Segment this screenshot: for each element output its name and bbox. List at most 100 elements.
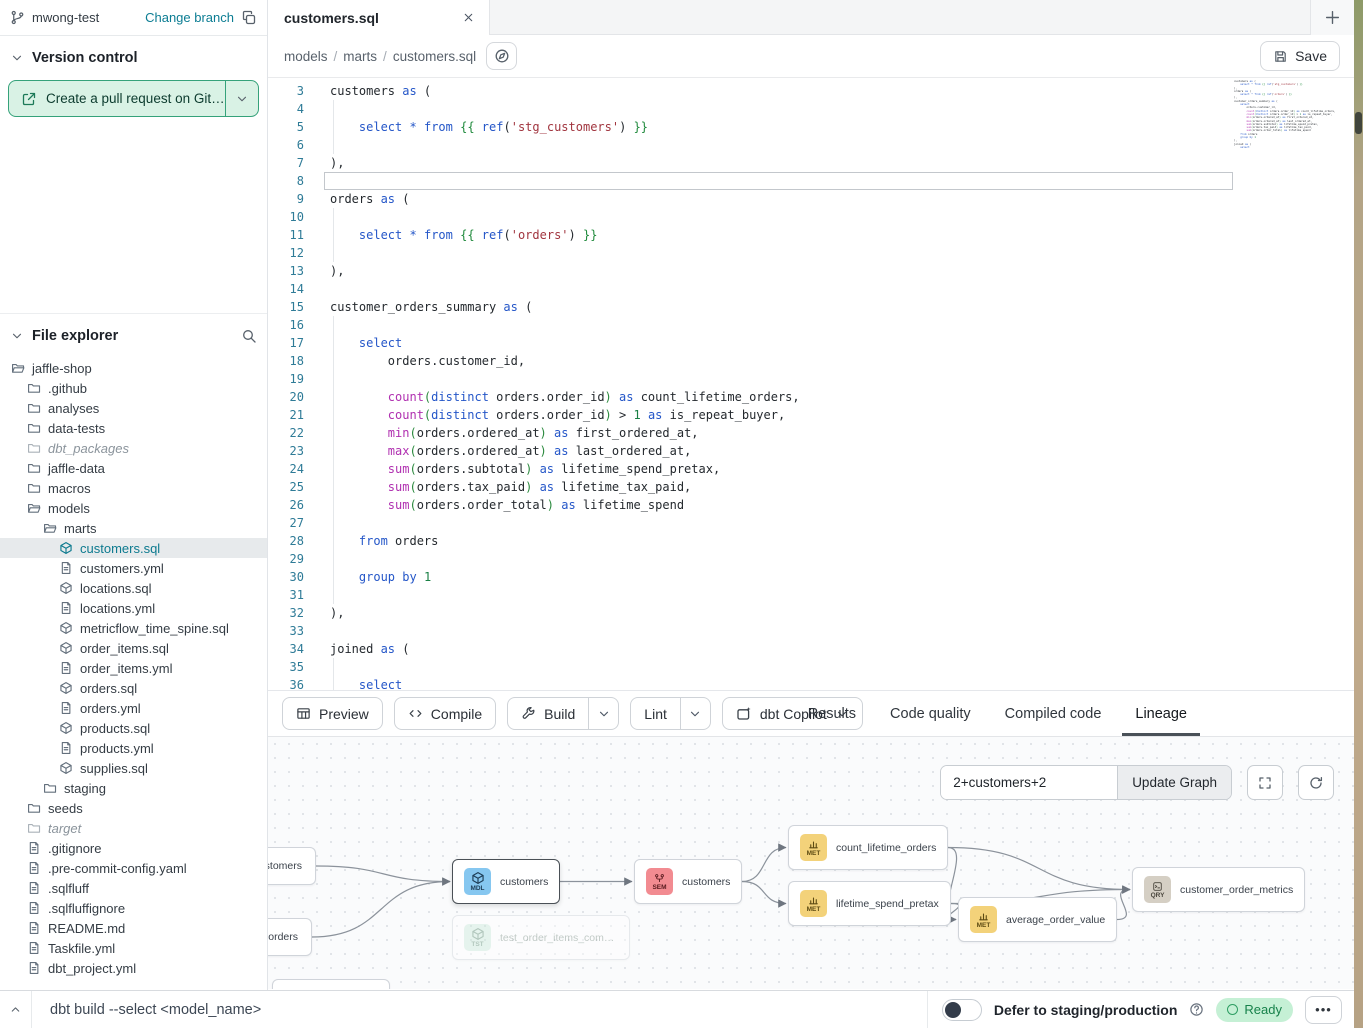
code-editor[interactable]: 3customers as (45 select * from {{ ref('… <box>268 78 1354 690</box>
fullscreen-button[interactable] <box>1247 765 1283 800</box>
tree-item-jaffle-shop[interactable]: jaffle-shop <box>0 358 267 378</box>
compile-button[interactable]: Compile <box>395 698 495 729</box>
code-line-19[interactable]: 19 <box>268 370 1354 388</box>
preview-button[interactable]: Preview <box>283 698 382 729</box>
tree-item-orders-sql[interactable]: orders.sql <box>0 678 267 698</box>
save-button[interactable]: Save <box>1260 41 1340 71</box>
tab-code-quality[interactable]: Code quality <box>873 691 988 736</box>
tree-item-target[interactable]: target <box>0 818 267 838</box>
create-pr-dropdown-button[interactable] <box>225 81 258 116</box>
tree-item-products-sql[interactable]: products.sql <box>0 718 267 738</box>
build-button[interactable]: Build <box>508 698 588 729</box>
tree-item-metricflow-time-spine-sql[interactable]: metricflow_time_spine.sql <box>0 618 267 638</box>
code-line-32[interactable]: 32), <box>268 604 1354 622</box>
code-line-4[interactable]: 4 <box>268 100 1354 118</box>
breadcrumb-segment[interactable]: models <box>284 49 328 64</box>
code-line-15[interactable]: 15customer_orders_summary as ( <box>268 298 1354 316</box>
window-scrollbar[interactable] <box>1354 0 1363 1028</box>
copy-icon[interactable] <box>241 10 257 26</box>
explore-docs-button[interactable] <box>486 42 517 70</box>
lineage-node-average_order_value[interactable]: METaverage_order_value <box>958 897 1117 942</box>
tree-item--sqlfluff[interactable]: .sqlfluff <box>0 878 267 898</box>
code-line-8[interactable]: 8 <box>268 172 1354 190</box>
tab-customers-sql[interactable]: customers.sql <box>268 0 490 35</box>
lineage-node-orders[interactable]: orders <box>268 918 312 956</box>
tab-lineage[interactable]: Lineage <box>1118 691 1204 736</box>
code-line-5[interactable]: 5 select * from {{ ref('stg_customers') … <box>268 118 1354 136</box>
create-pr-button[interactable]: Create a pull request on Git… <box>9 81 225 116</box>
more-options-button[interactable]: ••• <box>1305 996 1342 1024</box>
defer-toggle[interactable] <box>942 999 982 1021</box>
tab-results[interactable]: Results <box>791 691 873 736</box>
code-line-30[interactable]: 30 group by 1 <box>268 568 1354 586</box>
tree-item-analyses[interactable]: analyses <box>0 398 267 418</box>
tree-item-dbt-project-yml[interactable]: dbt_project.yml <box>0 958 267 978</box>
tree-item-marts[interactable]: marts <box>0 518 267 538</box>
model-selector-input[interactable] <box>941 766 1117 799</box>
tree-item--pre-commit-config-yaml[interactable]: .pre-commit-config.yaml <box>0 858 267 878</box>
tree-item-seeds[interactable]: seeds <box>0 798 267 818</box>
refresh-button[interactable] <box>1298 765 1334 800</box>
code-line-6[interactable]: 6 <box>268 136 1354 154</box>
build-dropdown-button[interactable] <box>588 698 618 729</box>
code-line-17[interactable]: 17 select <box>268 334 1354 352</box>
code-line-3[interactable]: 3customers as ( <box>268 82 1354 100</box>
tree-item-dbt-packages[interactable]: dbt_packages <box>0 438 267 458</box>
update-graph-button[interactable]: Update Graph <box>1117 766 1231 799</box>
tree-item-locations-sql[interactable]: locations.sql <box>0 578 267 598</box>
tree-item-products-yml[interactable]: products.yml <box>0 738 267 758</box>
code-line-13[interactable]: 13), <box>268 262 1354 280</box>
code-line-20[interactable]: 20 count(distinct orders.order_id) as co… <box>268 388 1354 406</box>
lineage-node-count_lifetime_orders[interactable]: METcount_lifetime_orders <box>788 825 948 870</box>
code-line-7[interactable]: 7), <box>268 154 1354 172</box>
close-icon[interactable] <box>462 11 475 24</box>
code-line-14[interactable]: 14 <box>268 280 1354 298</box>
tree-item-order-items-sql[interactable]: order_items.sql <box>0 638 267 658</box>
tree-item-supplies-sql[interactable]: supplies.sql <box>0 758 267 778</box>
code-line-22[interactable]: 22 min(orders.ordered_at) as first_order… <box>268 424 1354 442</box>
tree-item-models[interactable]: models <box>0 498 267 518</box>
lineage-node-stg_customers[interactable]: stg_customers <box>268 847 316 885</box>
code-line-12[interactable]: 12 <box>268 244 1354 262</box>
tree-item--sqlfluffignore[interactable]: .sqlfluffignore <box>0 898 267 918</box>
file-explorer-header[interactable]: File explorer <box>0 314 267 352</box>
tab-compiled-code[interactable]: Compiled code <box>988 691 1119 736</box>
tree-item-data-tests[interactable]: data-tests <box>0 418 267 438</box>
scrollbar-thumb[interactable] <box>1355 112 1362 134</box>
lineage-node-customers_sem[interactable]: SEMcustomers <box>634 859 742 904</box>
code-line-23[interactable]: 23 max(orders.ordered_at) as last_ordere… <box>268 442 1354 460</box>
code-line-26[interactable]: 26 sum(orders.order_total) as lifetime_s… <box>268 496 1354 514</box>
lint-dropdown-button[interactable] <box>680 698 710 729</box>
code-line-16[interactable]: 16 <box>268 316 1354 334</box>
new-tab-button[interactable] <box>1310 0 1354 35</box>
breadcrumb-segment[interactable]: customers.sql <box>393 49 476 64</box>
tree-item-taskfile-yml[interactable]: Taskfile.yml <box>0 938 267 958</box>
code-line-34[interactable]: 34joined as ( <box>268 640 1354 658</box>
help-icon[interactable] <box>1189 1002 1204 1017</box>
code-line-31[interactable]: 31 <box>268 586 1354 604</box>
code-line-11[interactable]: 11 select * from {{ ref('orders') }} <box>268 226 1354 244</box>
tree-item--gitignore[interactable]: .gitignore <box>0 838 267 858</box>
lineage-node-customer_order_metrics[interactable]: QRYcustomer_order_metrics <box>1132 867 1305 912</box>
lineage-node-customers_mdl[interactable]: MDLcustomers <box>452 859 560 904</box>
lint-button[interactable]: Lint <box>631 698 680 729</box>
code-line-35[interactable]: 35 <box>268 658 1354 676</box>
code-line-28[interactable]: 28 from orders <box>268 532 1354 550</box>
search-icon[interactable] <box>241 328 257 344</box>
tree-item-staging[interactable]: staging <box>0 778 267 798</box>
lineage-node-test_order_items[interactable]: TSTtest_order_items_compute_to_bools… <box>452 915 630 960</box>
code-line-24[interactable]: 24 sum(orders.subtotal) as lifetime_spen… <box>268 460 1354 478</box>
tree-item-jaffle-data[interactable]: jaffle-data <box>0 458 267 478</box>
lineage-node-lifetime_spend_pretax[interactable]: METlifetime_spend_pretax <box>788 881 951 926</box>
dbt-command-input[interactable]: dbt build --select <model_name> <box>50 1002 261 1018</box>
collapse-panel-button[interactable] <box>0 991 32 1028</box>
code-line-21[interactable]: 21 count(distinct orders.order_id) > 1 a… <box>268 406 1354 424</box>
tree-item-customers-sql[interactable]: customers.sql <box>0 538 267 558</box>
code-line-29[interactable]: 29 <box>268 550 1354 568</box>
tree-item-orders-yml[interactable]: orders.yml <box>0 698 267 718</box>
change-branch-link[interactable]: Change branch <box>145 10 234 25</box>
code-line-33[interactable]: 33 <box>268 622 1354 640</box>
tree-item-readme-md[interactable]: README.md <box>0 918 267 938</box>
tree-item-order-items-yml[interactable]: order_items.yml <box>0 658 267 678</box>
minimap[interactable]: customers as ( select * from {{ ref('stg… <box>1234 80 1346 149</box>
